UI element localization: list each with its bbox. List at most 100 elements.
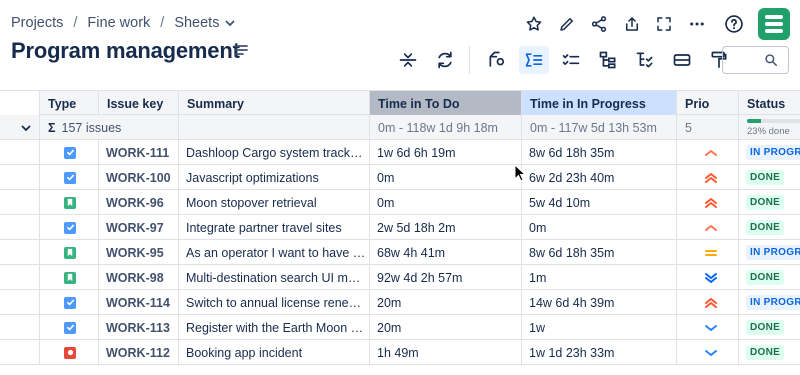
table-row[interactable]: WORK-98 Multi-destination search UI m… 92w…: [0, 265, 800, 290]
priority-low-icon: [677, 315, 739, 340]
status-badge[interactable]: DONE: [746, 270, 785, 285]
issue-summary[interactable]: Moon stopover retrieval: [179, 190, 370, 215]
menu-lines-icon[interactable]: [234, 44, 248, 56]
app-logo[interactable]: [758, 8, 790, 40]
filter-tree-icon: [636, 52, 653, 68]
issue-key-link[interactable]: WORK-95: [99, 240, 179, 265]
column-header-time-in-progress[interactable]: Time in In Progress: [522, 91, 677, 116]
refresh-button[interactable]: [430, 46, 460, 74]
issue-rows: WORK-111 Dashloop Cargo system track… 1w 6…: [0, 140, 800, 365]
status-progress-fill: [747, 118, 761, 123]
column-header-prio[interactable]: Prio: [677, 91, 739, 116]
table-row[interactable]: WORK-113 Register with the Earth Moon … 20…: [0, 315, 800, 340]
summary-prio-count: 5: [677, 115, 739, 140]
toolbar-divider: [469, 46, 470, 74]
view-settings-button[interactable]: [482, 46, 512, 74]
issue-key-link[interactable]: WORK-100: [99, 165, 179, 190]
issue-summary[interactable]: As an operator I want to have …: [179, 240, 370, 265]
toolbar: [393, 46, 741, 74]
column-header-status[interactable]: Status: [739, 91, 800, 116]
status-cell: DONE: [739, 315, 800, 340]
time-in-todo-cell: 20m: [370, 290, 522, 315]
issue-summary[interactable]: Multi-destination search UI m…: [179, 265, 370, 290]
table-row[interactable]: WORK-97 Integrate partner travel sites 2w …: [0, 215, 800, 240]
star-icon: [526, 16, 542, 31]
issue-key-link[interactable]: WORK-112: [99, 340, 179, 365]
column-header-type[interactable]: Type: [40, 91, 99, 116]
status-cell: IN PROGRESS: [739, 290, 800, 315]
filter-tree-button[interactable]: [630, 46, 660, 74]
issue-key-link[interactable]: WORK-113: [99, 315, 179, 340]
status-badge[interactable]: DONE: [746, 195, 785, 210]
search-input[interactable]: [722, 46, 789, 74]
top-actions: [518, 10, 751, 38]
status-badge[interactable]: DONE: [746, 320, 785, 335]
sum-button[interactable]: [519, 46, 549, 74]
row-expander: [12, 240, 40, 265]
sigma-icon: Σ: [48, 120, 56, 135]
issue-key-link[interactable]: WORK-98: [99, 265, 179, 290]
row-expander: [12, 265, 40, 290]
layout-button[interactable]: [667, 46, 697, 74]
issue-summary[interactable]: Switch to annual license rene…: [179, 290, 370, 315]
gutter: [0, 240, 12, 265]
table-row[interactable]: WORK-112 Booking app incident 1h 49m 1w 1d …: [0, 340, 800, 365]
issue-type-task-icon: [40, 315, 99, 340]
more-icon: [689, 22, 704, 26]
collapse-rows-button[interactable]: [393, 46, 423, 74]
breadcrumb-fine-work[interactable]: Fine work: [87, 15, 150, 31]
issue-key-link[interactable]: WORK-111: [99, 140, 179, 165]
status-badge[interactable]: DONE: [746, 220, 785, 235]
issue-summary[interactable]: Integrate partner travel sites: [179, 215, 370, 240]
breadcrumb-separator: /: [73, 15, 78, 31]
table-row[interactable]: WORK-100 Javascript optimizations 0m 6w 2d …: [0, 165, 800, 190]
issue-key-link[interactable]: WORK-97: [99, 215, 179, 240]
issue-type-task-icon: [40, 290, 99, 315]
export-button[interactable]: [616, 10, 648, 38]
collapse-group-button[interactable]: [12, 115, 40, 140]
issue-summary[interactable]: Javascript optimizations: [179, 165, 370, 190]
status-badge[interactable]: DONE: [746, 345, 785, 360]
issue-key-link[interactable]: WORK-96: [99, 190, 179, 215]
view-settings-icon: [489, 51, 505, 67]
fullscreen-button[interactable]: [648, 10, 680, 38]
chevron-down-icon: [21, 125, 30, 131]
column-header-issue-key[interactable]: Issue key: [99, 91, 179, 116]
status-badge[interactable]: DONE: [746, 170, 785, 185]
page-title: Program management: [11, 38, 240, 63]
issue-summary[interactable]: Dashloop Cargo system track…: [179, 140, 370, 165]
issue-key-link[interactable]: WORK-114: [99, 290, 179, 315]
time-in-progress-cell: 8w 6d 18h 35m: [522, 140, 677, 165]
status-badge[interactable]: IN PROGRESS: [746, 295, 800, 310]
summary-time-in-todo: 0m - 118w 1d 9h 18m: [370, 115, 522, 140]
hierarchy-button[interactable]: [593, 46, 623, 74]
status-progress-bar: [747, 118, 800, 123]
column-header-time-in-todo[interactable]: Time in To Do: [370, 91, 522, 116]
table-row[interactable]: WORK-114 Switch to annual license rene… 20…: [0, 290, 800, 315]
issue-type-task-icon: [40, 165, 99, 190]
time-in-todo-cell: 0m: [370, 165, 522, 190]
status-progress-label: 23% done: [747, 125, 790, 137]
column-header-summary[interactable]: Summary: [179, 91, 370, 116]
gutter: [0, 315, 12, 340]
issue-count: 157 issues: [61, 120, 122, 135]
issue-summary[interactable]: Register with the Earth Moon …: [179, 315, 370, 340]
checklist-button[interactable]: [556, 46, 586, 74]
star-button[interactable]: [518, 10, 550, 38]
table-row[interactable]: WORK-111 Dashloop Cargo system track… 1w 6…: [0, 140, 800, 165]
status-badge[interactable]: IN PROGRESS: [746, 145, 800, 160]
breadcrumb-separator: /: [160, 15, 165, 31]
table-row[interactable]: WORK-95 As an operator I want to have … 68…: [0, 240, 800, 265]
chevron-down-icon[interactable]: [225, 18, 235, 28]
status-badge[interactable]: IN PROGRESS: [746, 245, 800, 260]
share-button[interactable]: [583, 10, 615, 38]
help-button[interactable]: [718, 10, 750, 38]
upload-icon: [625, 17, 638, 31]
more-button[interactable]: [681, 10, 713, 38]
issue-summary[interactable]: Booking app incident: [179, 340, 370, 365]
edit-button[interactable]: [551, 10, 583, 38]
breadcrumb-projects[interactable]: Projects: [11, 15, 63, 31]
mouse-cursor-icon: [514, 164, 526, 182]
table-row[interactable]: WORK-96 Moon stopover retrieval 0m 5w 4d 10…: [0, 190, 800, 215]
breadcrumb-sheets[interactable]: Sheets: [174, 15, 219, 31]
